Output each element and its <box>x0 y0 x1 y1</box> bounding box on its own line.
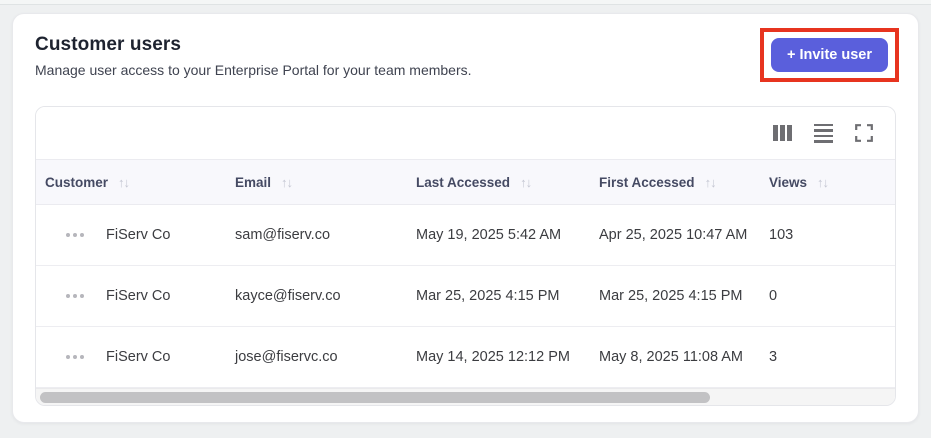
sort-icon[interactable]: ↑↓ <box>281 175 293 190</box>
row-actions-menu-icon[interactable] <box>64 290 86 302</box>
email-cell: sam@fiserv.co <box>235 227 331 243</box>
horizontal-scrollbar-thumb[interactable] <box>40 392 711 403</box>
sort-icon[interactable]: ↑↓ <box>705 175 717 190</box>
table-row: FiServ Co sam@fiserv.co May 19, 2025 5:4… <box>36 205 895 266</box>
views-cell: 3 <box>769 349 778 365</box>
column-header-last-accessed[interactable]: Last Accessed ↑↓ <box>407 175 590 190</box>
invite-user-button[interactable]: + Invite user <box>770 38 888 72</box>
first-accessed-cell: May 8, 2025 11:08 AM <box>599 349 744 365</box>
fullscreen-icon[interactable] <box>855 124 873 142</box>
sort-icon[interactable]: ↑↓ <box>520 175 532 190</box>
horizontal-scrollbar[interactable] <box>36 388 895 405</box>
table-header-row: Customer ↑↓ Email ↑↓ Last Accessed ↑↓ Fi… <box>36 159 895 205</box>
last-accessed-cell: May 14, 2025 12:12 PM <box>416 349 570 365</box>
customer-cell: FiServ Co <box>36 288 226 304</box>
email-cell: jose@fiservc.co <box>235 349 338 365</box>
table-row: FiServ Co kayce@fiserv.co Mar 25, 2025 4… <box>36 266 895 327</box>
sort-icon[interactable]: ↑↓ <box>118 175 130 190</box>
customer-name: FiServ Co <box>106 349 171 365</box>
customer-cell: FiServ Co <box>36 349 226 365</box>
views-cell: 103 <box>769 227 794 243</box>
column-label: Email <box>235 174 272 190</box>
customer-name: FiServ Co <box>106 227 171 243</box>
row-actions-menu-icon[interactable] <box>64 229 86 241</box>
column-header-email[interactable]: Email ↑↓ <box>226 175 407 190</box>
last-accessed-cell: May 19, 2025 5:42 AM <box>416 227 562 243</box>
density-icon[interactable] <box>814 123 833 143</box>
first-accessed-cell: Apr 25, 2025 10:47 AM <box>599 227 748 243</box>
customer-users-card: Customer users Manage user access to you… <box>12 13 919 423</box>
row-actions-menu-icon[interactable] <box>64 351 86 363</box>
page-title: Customer users <box>35 34 182 55</box>
column-label: Views <box>769 174 808 190</box>
annotation-highlight-box: + Invite user <box>759 28 899 82</box>
customer-name: FiServ Co <box>106 288 171 304</box>
sort-icon[interactable]: ↑↓ <box>817 175 829 190</box>
title-block: Customer users Manage user access to you… <box>35 34 472 78</box>
column-header-views[interactable]: Views ↑↓ <box>760 175 895 190</box>
last-accessed-cell: Mar 25, 2025 4:15 PM <box>416 288 560 304</box>
page-subtitle: Manage user access to your Enterprise Po… <box>35 62 472 78</box>
top-divider-strip <box>0 0 931 5</box>
table-row: FiServ Co jose@fiservc.co May 14, 2025 1… <box>36 327 895 388</box>
customer-cell: FiServ Co <box>36 227 226 243</box>
views-cell: 0 <box>769 288 778 304</box>
column-label: Last Accessed <box>416 174 511 190</box>
table-toolbar <box>36 107 895 159</box>
column-label: Customer <box>45 174 109 190</box>
column-header-customer[interactable]: Customer ↑↓ <box>36 175 226 190</box>
first-accessed-cell: Mar 25, 2025 4:15 PM <box>599 288 743 304</box>
columns-icon[interactable] <box>773 125 792 141</box>
card-header: Customer users Manage user access to you… <box>35 28 899 82</box>
email-cell: kayce@fiserv.co <box>235 288 341 304</box>
column-label: First Accessed <box>599 174 695 190</box>
users-table: Customer ↑↓ Email ↑↓ Last Accessed ↑↓ Fi… <box>35 106 896 406</box>
column-header-first-accessed[interactable]: First Accessed ↑↓ <box>590 175 760 190</box>
